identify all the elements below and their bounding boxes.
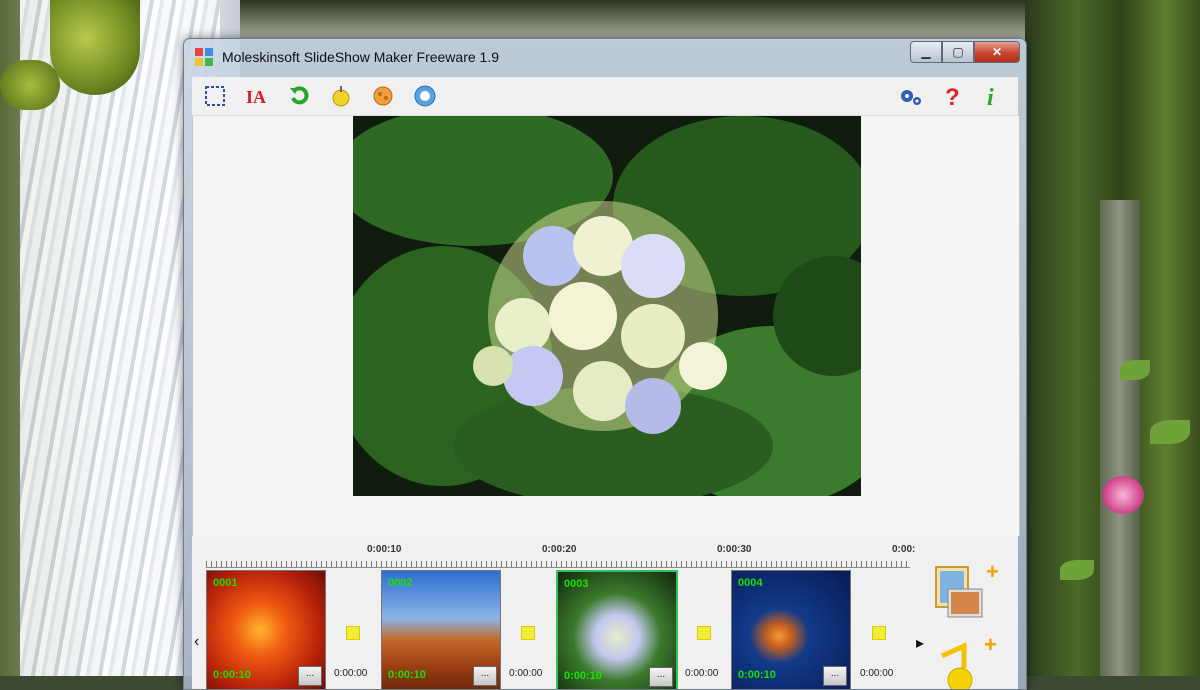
pink-flower [1102,476,1144,514]
maximize-icon: ▢ [952,45,964,59]
preview-area [192,116,1020,536]
add-music-icon: + [940,632,997,689]
transition-marker[interactable] [872,626,886,640]
slide-options-button[interactable]: ... [298,666,322,686]
settings-icon [901,90,921,105]
moss-rock [0,60,60,110]
help-button[interactable]: ? [940,83,966,109]
plus-icon: + [984,632,997,657]
add-image-icon: + [935,559,999,618]
leaf [1150,420,1190,444]
slide-thumbnail[interactable]: 0002 0:00:10 ... [381,570,501,689]
slide-options-button[interactable]: ... [823,666,847,686]
settings-button[interactable] [898,83,924,109]
add-music-button[interactable]: + [934,632,1004,689]
leaf [1120,360,1150,380]
slide-number: 0003 [564,578,589,590]
slide-duration[interactable]: 0:00:10 [213,669,251,681]
slide-options-button[interactable]: ... [473,666,497,686]
effects-icon [373,86,393,106]
slide-duration[interactable]: 0:00:10 [738,669,776,681]
slide-preview-image[interactable] [353,116,861,496]
about-icon: i [987,85,994,109]
ruler-label: 0:00:30 [717,544,752,555]
scroll-right-icon[interactable]: ▸ [916,633,924,653]
svg-text:i: i [987,85,994,109]
title-bar[interactable]: Moleskinsoft SlideShow Maker Freeware 1.… [184,39,1026,75]
transition-duration[interactable]: 0:00:00 [509,668,542,679]
time-ruler[interactable] [206,561,910,568]
slide-thumbnail-selected[interactable]: 0003 0:00:10 ... [556,570,678,689]
transition-marker[interactable] [346,626,360,640]
slide-options-button[interactable]: ... [649,667,673,687]
svg-text:?: ? [945,84,960,109]
moss-rock [50,0,140,95]
transition-duration[interactable]: 0:00:00 [685,668,718,679]
client-area: IA ? i 0:00:10 0:00:20 0:00:30 0:00: ‹ 0… [192,77,1020,689]
tree-trunk [1100,200,1140,676]
slide-thumbnail[interactable]: 0004 0:00:10 ... [731,570,851,689]
transition-marker[interactable] [697,626,711,640]
leaf [1060,560,1094,580]
minimize-icon: ▁ [921,45,931,59]
slide-number: 0004 [738,577,763,589]
help-icon: ? [945,84,960,109]
ruler-label: 0:00:20 [542,544,577,555]
add-text-button[interactable]: IA [244,83,270,109]
transition-duration[interactable]: 0:00:00 [334,668,367,679]
add-image-button[interactable]: + [934,559,1004,623]
scroll-left-icon[interactable]: ‹ [194,633,199,651]
app-window: Moleskinsoft SlideShow Maker Freeware 1.… [183,38,1027,690]
slide-duration[interactable]: 0:00:10 [564,670,602,682]
plus-icon: + [986,561,999,584]
effects-button[interactable] [370,83,396,109]
add-audio-button[interactable] [328,83,354,109]
ruler-label: 0:00:10 [367,544,402,555]
timeline: 0:00:10 0:00:20 0:00:30 0:00: ‹ 0001 0:0… [192,537,1018,689]
about-button[interactable]: i [982,83,1008,109]
minimize-button[interactable]: ▁ [910,41,942,63]
svg-text:IA: IA [246,87,266,107]
maximize-button[interactable]: ▢ [942,41,974,63]
add-text-icon: IA [246,87,266,107]
rotate-button[interactable] [286,83,312,109]
info-button[interactable] [412,83,438,109]
add-music-icon [332,86,350,107]
ruler-label: 0:00: [892,544,916,555]
info-icon [414,85,436,107]
select-area-icon [205,86,225,106]
window-controls: ▁ ▢ ✕ [910,41,1020,63]
slide-number: 0002 [388,577,413,589]
rotate-icon [290,86,309,105]
app-icon [195,48,213,66]
toolbar: IA ? i [192,77,1018,116]
close-button[interactable]: ✕ [974,41,1020,63]
transition-duration[interactable]: 0:00:00 [860,668,893,679]
waterfall-top [240,0,1040,40]
slide-number: 0001 [213,577,238,589]
slide-duration[interactable]: 0:00:10 [388,669,426,681]
window-title: Moleskinsoft SlideShow Maker Freeware 1.… [222,49,500,65]
close-icon: ✕ [991,45,1003,59]
transition-marker[interactable] [521,626,535,640]
select-area-button[interactable] [202,83,228,109]
slide-thumbnail[interactable]: 0001 0:00:10 ... [206,570,326,689]
